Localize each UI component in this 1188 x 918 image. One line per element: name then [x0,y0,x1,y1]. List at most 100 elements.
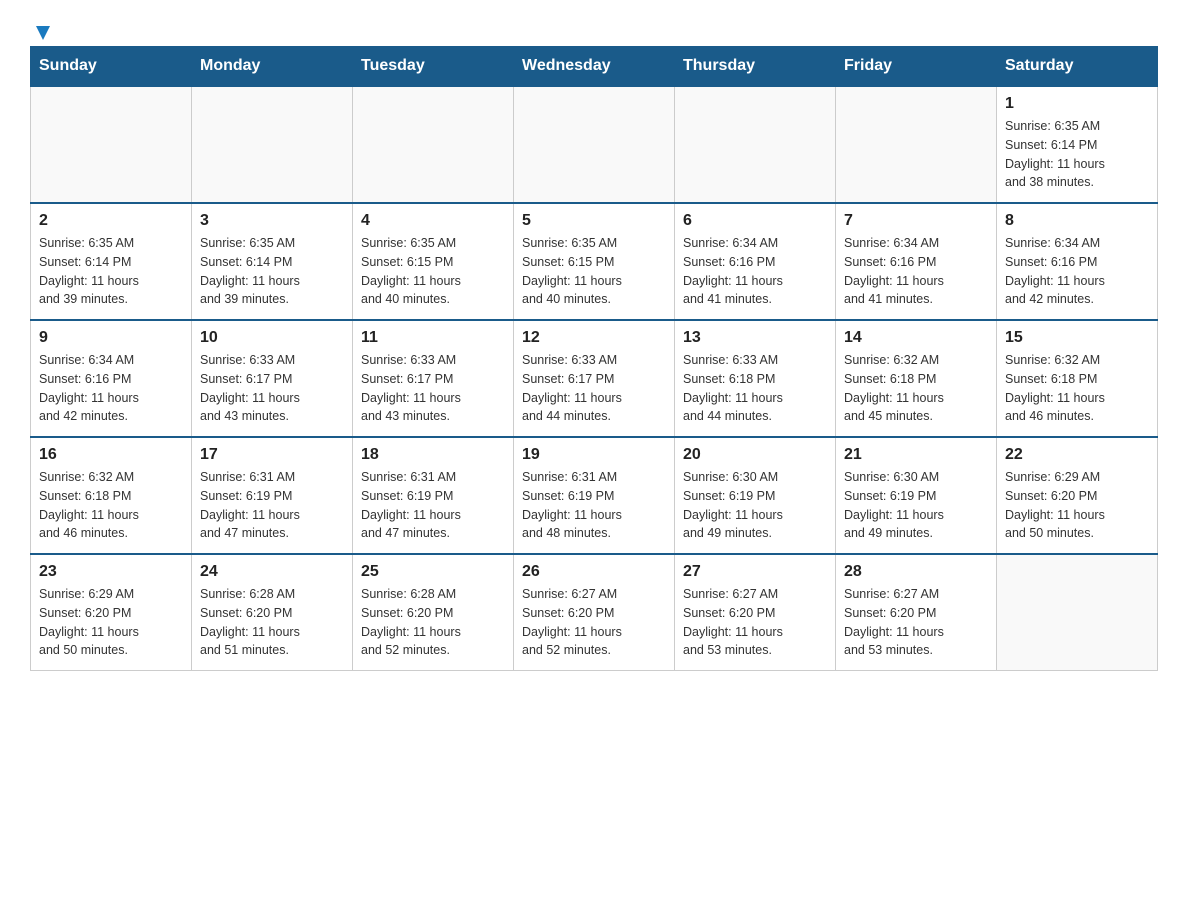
day-info: Sunrise: 6:35 AMSunset: 6:15 PMDaylight:… [522,234,666,309]
day-info: Sunrise: 6:27 AMSunset: 6:20 PMDaylight:… [683,585,827,660]
day-info: Sunrise: 6:27 AMSunset: 6:20 PMDaylight:… [844,585,988,660]
day-number: 4 [361,212,505,230]
calendar-cell: 25 Sunrise: 6:28 AMSunset: 6:20 PMDayligh… [353,554,514,671]
calendar-cell: 28 Sunrise: 6:27 AMSunset: 6:20 PMDayligh… [836,554,997,671]
calendar-cell [514,86,675,203]
day-header-saturday: Saturday [997,47,1158,87]
day-number: 19 [522,446,666,464]
calendar-week-row: 2 Sunrise: 6:35 AMSunset: 6:14 PMDaylight… [31,203,1158,320]
day-number: 12 [522,329,666,347]
calendar-cell [675,86,836,203]
day-number: 28 [844,563,988,581]
calendar-cell: 16 Sunrise: 6:32 AMSunset: 6:18 PMDayligh… [31,437,192,554]
day-info: Sunrise: 6:31 AMSunset: 6:19 PMDaylight:… [361,468,505,543]
calendar-week-row: 16 Sunrise: 6:32 AMSunset: 6:18 PMDayligh… [31,437,1158,554]
calendar-cell: 5 Sunrise: 6:35 AMSunset: 6:15 PMDaylight… [514,203,675,320]
calendar-table: SundayMondayTuesdayWednesdayThursdayFrid… [30,46,1158,671]
calendar-cell: 8 Sunrise: 6:34 AMSunset: 6:16 PMDaylight… [997,203,1158,320]
day-header-wednesday: Wednesday [514,47,675,87]
calendar-cell: 3 Sunrise: 6:35 AMSunset: 6:14 PMDaylight… [192,203,353,320]
day-number: 2 [39,212,183,230]
day-number: 16 [39,446,183,464]
calendar-cell: 1 Sunrise: 6:35 AMSunset: 6:14 PMDaylight… [997,86,1158,203]
day-info: Sunrise: 6:35 AMSunset: 6:15 PMDaylight:… [361,234,505,309]
day-header-monday: Monday [192,47,353,87]
calendar-cell: 4 Sunrise: 6:35 AMSunset: 6:15 PMDaylight… [353,203,514,320]
day-info: Sunrise: 6:35 AMSunset: 6:14 PMDaylight:… [39,234,183,309]
day-info: Sunrise: 6:30 AMSunset: 6:19 PMDaylight:… [844,468,988,543]
day-number: 23 [39,563,183,581]
calendar-cell: 27 Sunrise: 6:27 AMSunset: 6:20 PMDayligh… [675,554,836,671]
day-info: Sunrise: 6:32 AMSunset: 6:18 PMDaylight:… [844,351,988,426]
calendar-cell: 23 Sunrise: 6:29 AMSunset: 6:20 PMDayligh… [31,554,192,671]
day-info: Sunrise: 6:34 AMSunset: 6:16 PMDaylight:… [1005,234,1149,309]
calendar-cell: 6 Sunrise: 6:34 AMSunset: 6:16 PMDaylight… [675,203,836,320]
calendar-cell: 7Sunrise: 6:34 AMSunset: 6:16 PMDaylight… [836,203,997,320]
calendar-cell: 24 Sunrise: 6:28 AMSunset: 6:20 PMDayligh… [192,554,353,671]
day-number: 6 [683,212,827,230]
day-info: Sunrise: 6:33 AMSunset: 6:18 PMDaylight:… [683,351,827,426]
day-info: Sunrise: 6:35 AMSunset: 6:14 PMDaylight:… [1005,117,1149,192]
calendar-week-row: 9Sunrise: 6:34 AMSunset: 6:16 PMDaylight… [31,320,1158,437]
day-info: Sunrise: 6:30 AMSunset: 6:19 PMDaylight:… [683,468,827,543]
day-number: 22 [1005,446,1149,464]
day-number: 5 [522,212,666,230]
day-number: 25 [361,563,505,581]
calendar-header-row: SundayMondayTuesdayWednesdayThursdayFrid… [31,47,1158,87]
calendar-cell: 19 Sunrise: 6:31 AMSunset: 6:19 PMDayligh… [514,437,675,554]
day-number: 3 [200,212,344,230]
day-info: Sunrise: 6:33 AMSunset: 6:17 PMDaylight:… [522,351,666,426]
calendar-cell: 15 Sunrise: 6:32 AMSunset: 6:18 PMDayligh… [997,320,1158,437]
day-info: Sunrise: 6:29 AMSunset: 6:20 PMDaylight:… [1005,468,1149,543]
page-header [30,20,1158,36]
calendar-cell [353,86,514,203]
day-number: 27 [683,563,827,581]
calendar-cell: 2 Sunrise: 6:35 AMSunset: 6:14 PMDaylight… [31,203,192,320]
day-header-friday: Friday [836,47,997,87]
day-number: 26 [522,563,666,581]
day-number: 24 [200,563,344,581]
day-info: Sunrise: 6:34 AMSunset: 6:16 PMDaylight:… [683,234,827,309]
calendar-cell [997,554,1158,671]
day-info: Sunrise: 6:33 AMSunset: 6:17 PMDaylight:… [361,351,505,426]
day-info: Sunrise: 6:32 AMSunset: 6:18 PMDaylight:… [1005,351,1149,426]
calendar-cell: 22 Sunrise: 6:29 AMSunset: 6:20 PMDayligh… [997,437,1158,554]
calendar-cell: 21 Sunrise: 6:30 AMSunset: 6:19 PMDayligh… [836,437,997,554]
day-number: 20 [683,446,827,464]
calendar-cell: 13 Sunrise: 6:33 AMSunset: 6:18 PMDayligh… [675,320,836,437]
day-number: 14 [844,329,988,347]
calendar-cell: 12 Sunrise: 6:33 AMSunset: 6:17 PMDayligh… [514,320,675,437]
day-info: Sunrise: 6:33 AMSunset: 6:17 PMDaylight:… [200,351,344,426]
calendar-cell: 26Sunrise: 6:27 AMSunset: 6:20 PMDayligh… [514,554,675,671]
day-info: Sunrise: 6:28 AMSunset: 6:20 PMDaylight:… [200,585,344,660]
calendar-cell: 18 Sunrise: 6:31 AMSunset: 6:19 PMDayligh… [353,437,514,554]
day-number: 1 [1005,95,1149,113]
day-info: Sunrise: 6:31 AMSunset: 6:19 PMDaylight:… [200,468,344,543]
logo-arrow-icon [32,22,54,44]
day-number: 21 [844,446,988,464]
calendar-cell: 11Sunrise: 6:33 AMSunset: 6:17 PMDayligh… [353,320,514,437]
calendar-cell: 10 Sunrise: 6:33 AMSunset: 6:17 PMDayligh… [192,320,353,437]
day-number: 8 [1005,212,1149,230]
day-number: 9 [39,329,183,347]
day-header-sunday: Sunday [31,47,192,87]
day-number: 10 [200,329,344,347]
logo [30,20,54,36]
day-number: 15 [1005,329,1149,347]
day-number: 7 [844,212,988,230]
day-info: Sunrise: 6:32 AMSunset: 6:18 PMDaylight:… [39,468,183,543]
day-info: Sunrise: 6:31 AMSunset: 6:19 PMDaylight:… [522,468,666,543]
calendar-week-row: 1 Sunrise: 6:35 AMSunset: 6:14 PMDaylight… [31,86,1158,203]
calendar-cell: 17Sunrise: 6:31 AMSunset: 6:19 PMDayligh… [192,437,353,554]
day-info: Sunrise: 6:29 AMSunset: 6:20 PMDaylight:… [39,585,183,660]
day-number: 18 [361,446,505,464]
day-info: Sunrise: 6:35 AMSunset: 6:14 PMDaylight:… [200,234,344,309]
calendar-cell [31,86,192,203]
calendar-cell: 20 Sunrise: 6:30 AMSunset: 6:19 PMDayligh… [675,437,836,554]
calendar-cell [836,86,997,203]
day-header-thursday: Thursday [675,47,836,87]
day-header-tuesday: Tuesday [353,47,514,87]
day-info: Sunrise: 6:28 AMSunset: 6:20 PMDaylight:… [361,585,505,660]
calendar-cell: 9Sunrise: 6:34 AMSunset: 6:16 PMDaylight… [31,320,192,437]
day-number: 13 [683,329,827,347]
